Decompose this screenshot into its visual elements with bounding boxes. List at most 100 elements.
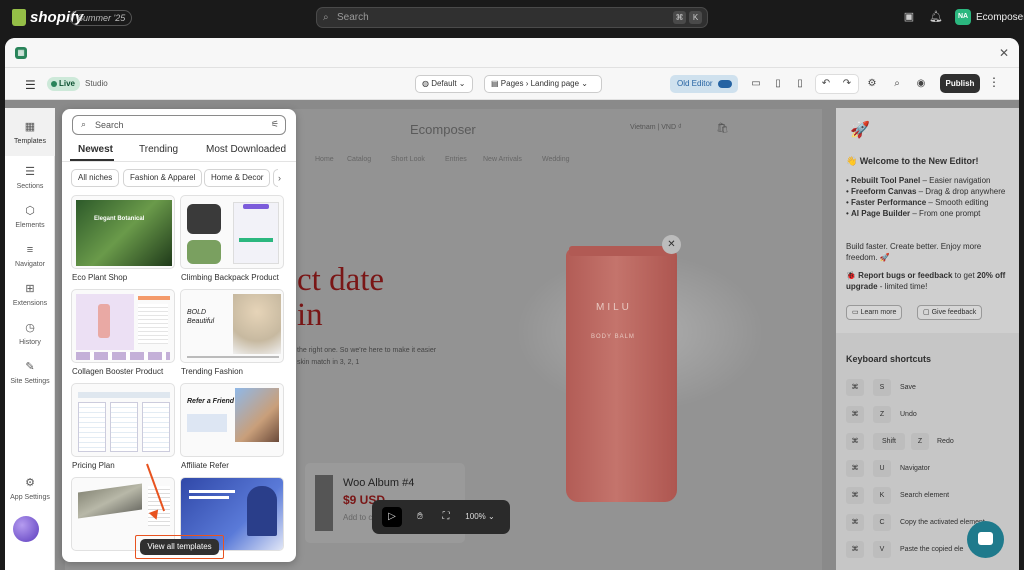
window-header: ▦ ✕: [5, 38, 1019, 68]
rail-navigator[interactable]: ≡ Navigator: [5, 235, 55, 274]
template-name[interactable]: Eco Plant Shop: [72, 273, 127, 282]
template-card-trending-fashion[interactable]: BOLD Beautiful: [180, 289, 284, 363]
rail-app-settings[interactable]: ⚙ App Settings: [5, 476, 55, 510]
more-icon[interactable]: ⋮: [988, 75, 1000, 89]
nav-catalog[interactable]: Catalog: [347, 156, 371, 163]
pages-icon: ▤: [491, 79, 501, 88]
gear-icon: ⚙: [25, 477, 35, 489]
rail-history[interactable]: ◷ History: [5, 313, 55, 352]
fit-screen-icon[interactable]: ⛶: [436, 507, 456, 527]
nav-home[interactable]: Home: [315, 156, 334, 163]
whats-new-title: 👋 Welcome to the New Editor!: [846, 156, 979, 166]
rail-elements[interactable]: ⬡ Elements: [5, 196, 55, 235]
rail-sections[interactable]: ☰ Sections: [5, 157, 55, 196]
tab-most-downloaded[interactable]: Most Downloaded: [206, 144, 286, 155]
rail-site-settings[interactable]: ✎ Site Settings: [5, 352, 55, 391]
template-name[interactable]: Affiliate Refer: [181, 461, 229, 470]
page-select[interactable]: ▤ Pages › Landing page ⌄: [484, 75, 602, 93]
hero-paragraph[interactable]: the right one. So we're here to make it …: [297, 345, 436, 369]
zoom-select[interactable]: 100% ⌄: [460, 507, 500, 527]
template-card-climbing-backpack[interactable]: [180, 195, 284, 269]
shortcut-key: Z: [873, 406, 891, 423]
template-name[interactable]: Pricing Plan: [72, 461, 115, 470]
navigator-icon: ≡: [26, 244, 34, 256]
chip-all-niches[interactable]: All niches: [71, 169, 120, 187]
cart-icon[interactable]: 🛍︎: [716, 123, 729, 134]
avatar[interactable]: NA: [955, 9, 971, 25]
select-cursor-icon[interactable]: ▷: [382, 507, 402, 527]
store-icon[interactable]: ▣: [902, 10, 916, 24]
elements-icon: ⬡: [25, 205, 35, 217]
view-all-templates-button[interactable]: View all templates: [140, 539, 219, 555]
nav-short-look[interactable]: Short Look: [391, 156, 425, 163]
hero-heading-line2[interactable]: in: [297, 297, 323, 334]
add-to-cart-link[interactable]: Add to c: [343, 513, 372, 522]
redo-icon[interactable]: ↷: [838, 75, 856, 93]
template-card-eco-plant[interactable]: Elegant Botanical: [71, 195, 175, 269]
search-icon: ⌕: [323, 12, 329, 23]
menu-icon[interactable]: ☰: [25, 78, 36, 92]
close-icon[interactable]: ✕: [662, 235, 681, 254]
shortcut-key: Shift: [873, 433, 905, 450]
theme-select[interactable]: ◍ Default ⌄: [415, 75, 473, 93]
store-name[interactable]: Ecomposer: [976, 12, 1024, 23]
preview-eye-icon[interactable]: ◉: [912, 75, 930, 93]
store-brand[interactable]: Ecomposer: [410, 122, 476, 137]
hand-pan-icon[interactable]: ✋︎: [410, 507, 430, 527]
shortcut-label: Redo: [937, 438, 954, 445]
nav-new-arrivals[interactable]: New Arrivals: [483, 156, 522, 163]
search-page-icon[interactable]: ⌕: [888, 75, 906, 93]
template-card-collagen[interactable]: [71, 289, 175, 363]
product-label: BODY BALM: [591, 334, 635, 340]
settings-sliders-icon[interactable]: ⚙: [863, 75, 881, 93]
ai-assistant-orb[interactable]: [13, 516, 39, 542]
rail-templates[interactable]: ▦ Templates: [5, 108, 55, 156]
product-image[interactable]: MILU BODY BALM: [566, 246, 677, 502]
shortcut-label: Save: [900, 384, 916, 391]
give-feedback-button[interactable]: ▢ Give feedback: [917, 305, 983, 320]
template-name[interactable]: Climbing Backpack Product: [181, 273, 279, 282]
shortcut-key: U: [873, 460, 891, 477]
studio-link[interactable]: Studio: [85, 79, 108, 88]
publish-button[interactable]: Publish: [940, 74, 980, 93]
tab-trending[interactable]: Trending: [139, 144, 178, 155]
toggle-switch[interactable]: [718, 80, 732, 88]
live-badge: Live: [47, 77, 81, 91]
template-card-affiliate-refer[interactable]: Refer a Friend: [180, 383, 284, 457]
shortcut-key: K: [873, 487, 891, 504]
history-icon: ◷: [25, 322, 35, 334]
chevron-down-icon: ⌄: [579, 79, 589, 88]
template-name[interactable]: Collagen Booster Product: [72, 367, 163, 376]
old-editor-toggle[interactable]: Old Editor: [670, 75, 738, 93]
templates-panel: ⌕ Search ⚟ Newest Trending Most Download…: [62, 109, 296, 562]
desktop-icon[interactable]: ▭: [747, 75, 765, 93]
edition-badge[interactable]: Summer '25: [70, 10, 133, 26]
learn-more-button[interactable]: ▭ Learn more: [846, 305, 903, 320]
mobile-icon[interactable]: ▯: [791, 75, 809, 93]
tab-newest[interactable]: Newest: [78, 144, 113, 155]
hero-heading-line1[interactable]: ct date: [297, 262, 384, 299]
chat-bubble-icon[interactable]: [967, 521, 1004, 558]
right-panel: 🚀 👋 Welcome to the New Editor! • Rebuilt…: [836, 108, 1019, 570]
filter-icon[interactable]: ⚟: [271, 119, 279, 130]
shortcut-label: Navigator: [900, 465, 930, 472]
shortcuts-heading: Keyboard shortcuts: [846, 354, 932, 364]
close-icon[interactable]: ✕: [999, 46, 1009, 60]
undo-icon[interactable]: ↶: [817, 75, 835, 93]
nav-entries[interactable]: Entries: [445, 156, 467, 163]
chip-home-decor[interactable]: Home & Decor: [204, 169, 271, 187]
shortcut-label: Paste the copied ele: [900, 546, 964, 553]
template-card-pricing-plan[interactable]: [71, 383, 175, 457]
global-search-input[interactable]: ⌕ Search ⌘ K: [316, 7, 708, 28]
rail-extensions[interactable]: ⊞ Extensions: [5, 274, 55, 313]
nav-wedding[interactable]: Wedding: [542, 156, 570, 163]
locale-selector[interactable]: Vietnam | VND ₫: [630, 124, 682, 131]
tablet-icon[interactable]: ▯: [769, 75, 787, 93]
template-search-input[interactable]: ⌕ Search ⚟: [72, 115, 286, 135]
template-name[interactable]: Trending Fashion: [181, 367, 243, 376]
globe-icon: ◍: [422, 79, 432, 88]
chevron-right-icon[interactable]: ›: [278, 169, 292, 187]
chip-fashion-apparel[interactable]: Fashion & Apparel: [123, 169, 203, 187]
page-name: Landing page: [530, 79, 580, 88]
notification-bell-icon[interactable]: 🔔︎: [929, 10, 943, 24]
